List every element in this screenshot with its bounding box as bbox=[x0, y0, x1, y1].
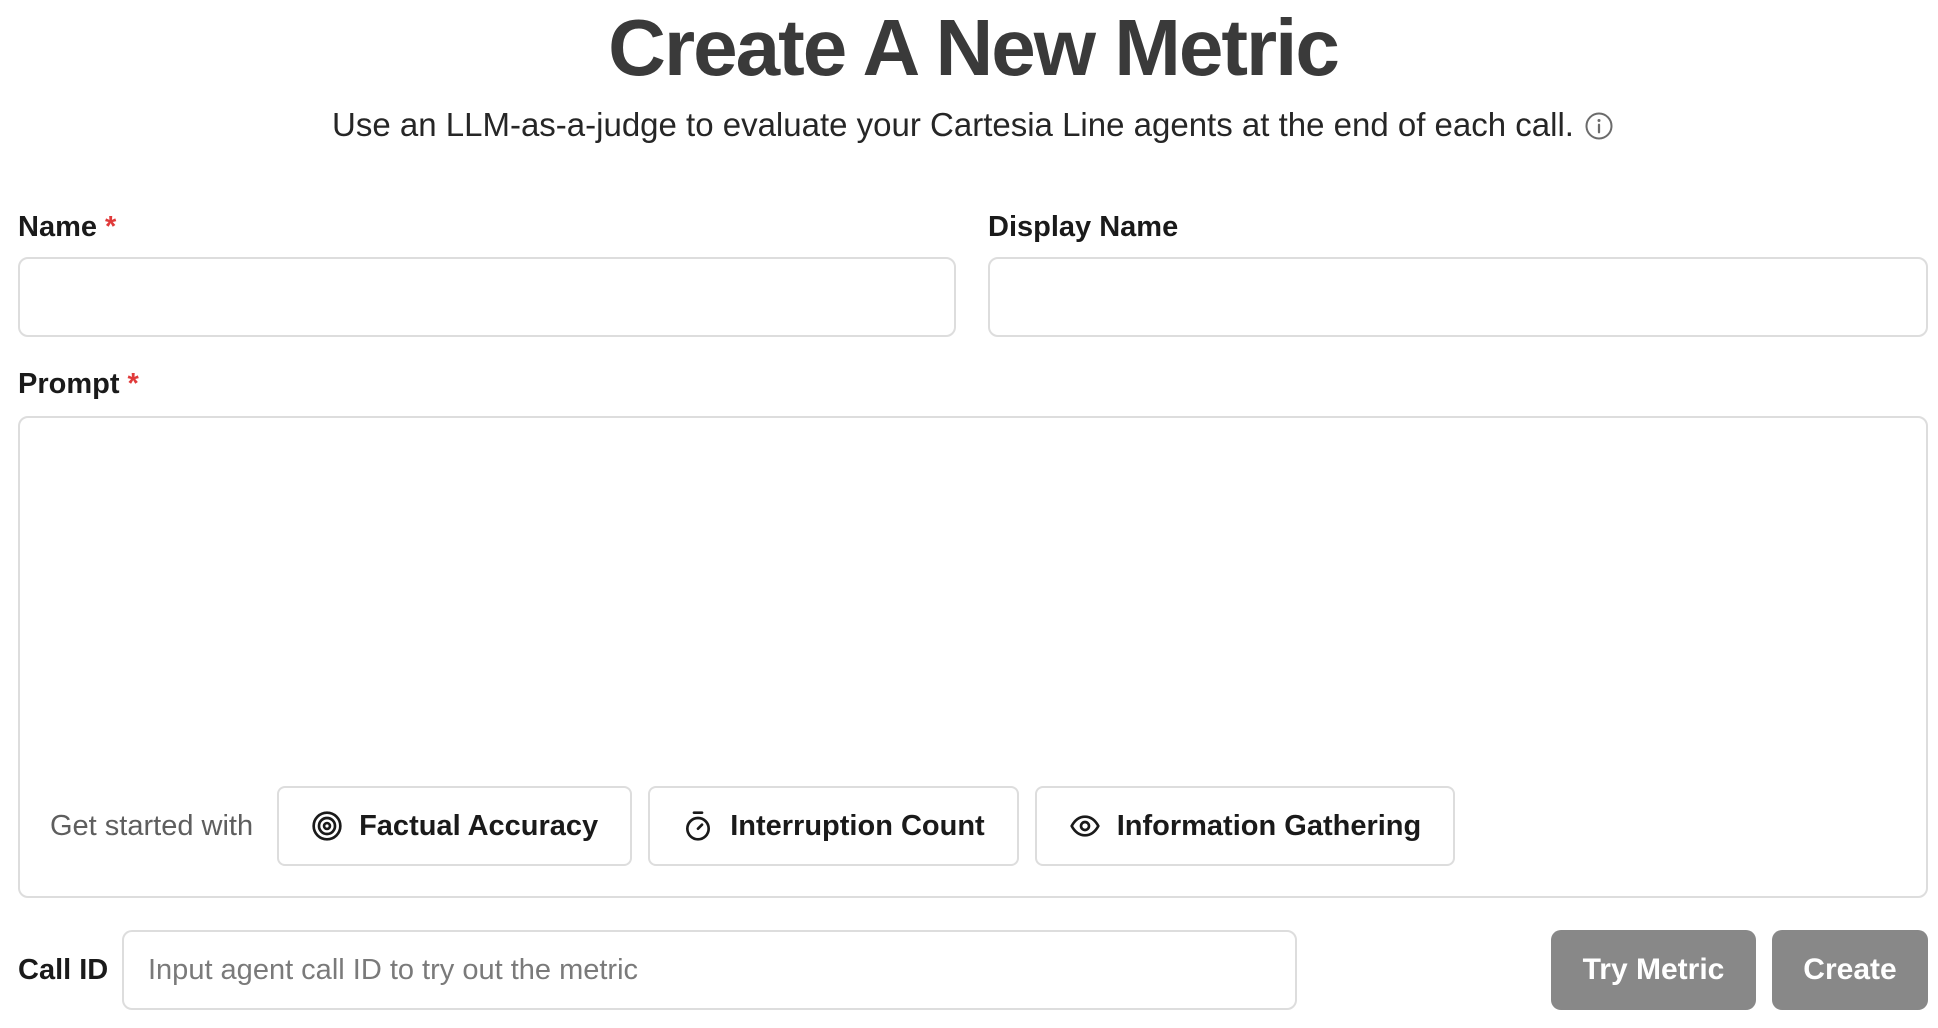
template-starters: Get started with Factual Accuracy Interr… bbox=[50, 786, 1471, 866]
target-icon bbox=[312, 811, 342, 841]
eye-icon bbox=[1070, 815, 1100, 837]
call-id-label: Call ID bbox=[18, 954, 109, 986]
template-label: Information Gathering bbox=[1116, 809, 1422, 842]
prompt-container: Get started with Factual Accuracy Interr… bbox=[18, 416, 1928, 898]
try-metric-button[interactable]: Try Metric bbox=[1551, 930, 1756, 1010]
display-name-input[interactable] bbox=[990, 259, 1926, 335]
name-field-container bbox=[18, 257, 956, 337]
info-icon[interactable] bbox=[1584, 108, 1614, 140]
subtitle-text: Use an LLM-as-a-judge to evaluate your C… bbox=[332, 106, 1574, 143]
prompt-label-text: Prompt bbox=[18, 368, 120, 400]
name-input[interactable] bbox=[20, 259, 954, 335]
create-button[interactable]: Create bbox=[1772, 930, 1928, 1010]
interruption-count-button[interactable]: Interruption Count bbox=[648, 786, 1019, 866]
call-id-field-container bbox=[122, 930, 1297, 1010]
page-subtitle: Use an LLM-as-a-judge to evaluate your C… bbox=[18, 103, 1928, 147]
call-id-input[interactable] bbox=[124, 932, 1295, 1008]
required-marker: * bbox=[127, 368, 139, 400]
starter-text: Get started with bbox=[50, 809, 254, 842]
factual-accuracy-button[interactable]: Factual Accuracy bbox=[277, 786, 633, 866]
page-title: Create A New Metric bbox=[608, 3, 1340, 92]
display-name-label-text: Display Name bbox=[988, 211, 1179, 243]
display-name-field-container bbox=[988, 257, 1928, 337]
template-label: Factual Accuracy bbox=[359, 809, 599, 842]
stopwatch-icon bbox=[686, 811, 711, 841]
create-metric-page: Create A New Metric Use an LLM-as-a-judg… bbox=[18, 0, 1928, 1028]
prompt-label: Prompt * bbox=[18, 366, 139, 402]
information-gathering-button[interactable]: Information Gathering bbox=[1034, 786, 1456, 866]
name-label: Name * bbox=[18, 209, 116, 245]
prompt-textarea[interactable] bbox=[20, 418, 1926, 748]
template-label: Interruption Count bbox=[730, 809, 985, 842]
name-label-text: Name bbox=[18, 211, 97, 243]
required-marker: * bbox=[105, 211, 117, 243]
display-name-label: Display Name bbox=[988, 209, 1178, 245]
